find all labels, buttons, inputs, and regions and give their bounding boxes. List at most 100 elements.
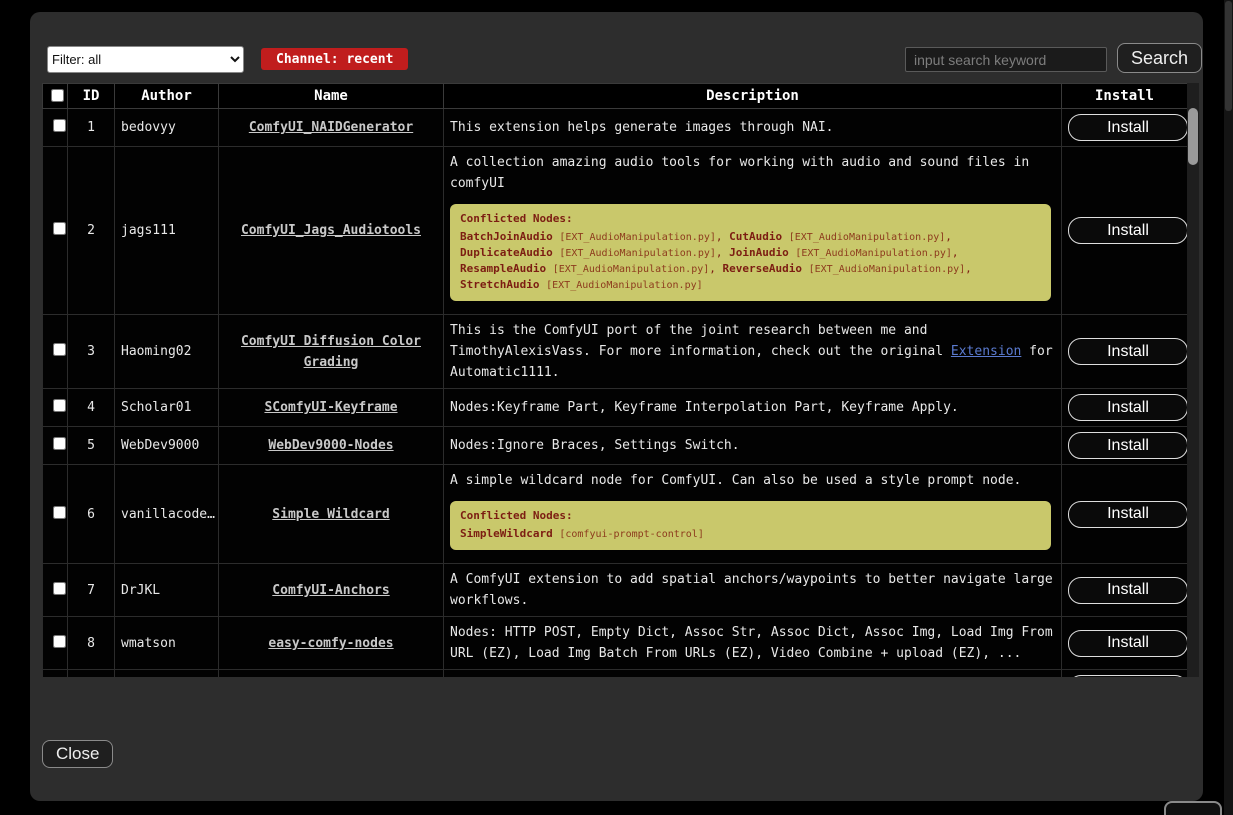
channel-badge: Channel: recent bbox=[261, 48, 408, 70]
node-name-link[interactable]: easy-comfy-nodes bbox=[268, 636, 393, 651]
select-all-header bbox=[43, 84, 68, 109]
row-checkbox[interactable] bbox=[53, 506, 66, 519]
install-button[interactable]: Install bbox=[1068, 432, 1188, 459]
install-button[interactable]: Install bbox=[1068, 394, 1188, 421]
conflict-node-source: [EXT_AudioManipulation.py] bbox=[553, 264, 710, 275]
node-name-link[interactable]: ComfyUI_NAIDGenerator bbox=[249, 120, 413, 135]
conflict-node-source: [EXT_AudioManipulation.py] bbox=[789, 232, 946, 243]
table-row: 4Scholar01 SComfyUI-Keyframe Nodes:Keyfram… bbox=[43, 389, 1188, 427]
node-name-link[interactable]: WebDev9000-Nodes bbox=[268, 438, 393, 453]
select-all-checkbox[interactable] bbox=[51, 89, 64, 102]
description-text: This extension helps generate images thr… bbox=[450, 117, 1055, 138]
description-text: Nodes:Keyframe Part, Keyframe Interpolat… bbox=[450, 397, 1055, 418]
row-id: 7 bbox=[68, 564, 115, 617]
row-name: ComfyUI-Anchors bbox=[219, 564, 444, 617]
filter-select[interactable]: Filter: all bbox=[47, 46, 244, 73]
row-name: WebDev9000-Nodes bbox=[219, 427, 444, 465]
search-button[interactable]: Search bbox=[1117, 43, 1202, 73]
row-name: ComfyUI Diffusion Color Grading bbox=[219, 315, 444, 389]
install-button[interactable]: Install bbox=[1068, 217, 1188, 244]
row-select-cell bbox=[43, 315, 68, 389]
description-text: This is the ComfyUI port of the joint re… bbox=[450, 320, 1055, 383]
conflict-node-source: [EXT_AudioManipulation.py] bbox=[559, 232, 716, 243]
table-row: 7 DrJKL ComfyUI-Anchors A ComfyUI extension… bbox=[43, 564, 1188, 617]
node-name-link[interactable]: SComfyUI-Keyframe bbox=[264, 400, 397, 415]
table-header: ID Author Name Description Install bbox=[43, 84, 1188, 109]
install-button[interactable]: Install bbox=[1068, 630, 1188, 657]
conflict-title: Conflicted Nodes: bbox=[460, 212, 1041, 226]
node-name-link[interactable]: ComfyUI_Jags_Audiotools bbox=[241, 223, 421, 238]
row-author-text: DrJKL bbox=[121, 580, 160, 601]
row-name: easy-comfy-nodes bbox=[219, 617, 444, 670]
header-description: Description bbox=[444, 84, 1062, 109]
install-button[interactable]: Install bbox=[1068, 501, 1188, 528]
table-row: 9SoftMengComfyUI_Mexx_StylerNodes: Comfy… bbox=[43, 670, 1188, 678]
row-id: 2 bbox=[68, 147, 115, 315]
row-id: 9 bbox=[68, 670, 115, 678]
row-install-cell: Install bbox=[1062, 147, 1188, 315]
row-install-cell: Install bbox=[1062, 315, 1188, 389]
row-description: Nodes: HTTP POST, Empty Dict, Assoc Str,… bbox=[444, 617, 1062, 670]
description-text: A ComfyUI extension to add spatial ancho… bbox=[450, 569, 1055, 611]
row-author-text: Haoming02 bbox=[121, 341, 191, 362]
description-text: Nodes: HTTP POST, Empty Dict, Assoc Str,… bbox=[450, 622, 1055, 664]
row-author: jags111 bbox=[115, 147, 219, 315]
row-install-cell: Install bbox=[1062, 109, 1188, 147]
table-row: 6vanillacode314Simple WildcardA simple w… bbox=[43, 465, 1188, 564]
table-row: 3 Haoming02 ComfyUI Diffusion Color Gradin… bbox=[43, 315, 1188, 389]
conflict-node-name: StretchAudio bbox=[460, 278, 539, 291]
row-checkbox[interactable] bbox=[53, 582, 66, 595]
row-checkbox[interactable] bbox=[53, 437, 66, 450]
row-checkbox[interactable] bbox=[53, 119, 66, 132]
node-name-link[interactable]: Simple Wildcard bbox=[272, 507, 389, 522]
row-install-cell: Install bbox=[1062, 427, 1188, 465]
install-button[interactable]: Install bbox=[1068, 338, 1188, 365]
row-checkbox[interactable] bbox=[53, 222, 66, 235]
nodes-table: ID Author Name Description Install 1bedo… bbox=[42, 83, 1188, 677]
row-author-text: bedovyy bbox=[121, 117, 176, 138]
description-link[interactable]: Extension bbox=[951, 344, 1021, 359]
install-button[interactable]: Install bbox=[1068, 577, 1188, 604]
row-author: WebDev9000 bbox=[115, 427, 219, 465]
row-checkbox[interactable] bbox=[53, 343, 66, 356]
table-scrollbar[interactable] bbox=[1187, 83, 1199, 677]
page-scrollbar-thumb[interactable] bbox=[1225, 1, 1232, 111]
row-select-cell bbox=[43, 617, 68, 670]
row-id: 4 bbox=[68, 389, 115, 427]
conflict-node-name: DuplicateAudio bbox=[460, 246, 553, 259]
conflict-node-source: [EXT_AudioManipulation.py] bbox=[795, 248, 952, 259]
install-button[interactable]: Install bbox=[1068, 675, 1188, 677]
row-author: Scholar01 bbox=[115, 389, 219, 427]
custom-nodes-dialog: Filter: all Channel: recent Search ID Au… bbox=[30, 12, 1203, 801]
row-install-cell: Install bbox=[1062, 389, 1188, 427]
row-author-text: WebDev9000 bbox=[121, 435, 199, 456]
row-id: 3 bbox=[68, 315, 115, 389]
row-name: Simple Wildcard bbox=[219, 465, 444, 564]
conflict-node-name: ResampleAudio bbox=[460, 262, 546, 275]
conflict-node-source: [EXT_AudioManipulation.py] bbox=[559, 248, 716, 259]
page-scrollbar[interactable] bbox=[1224, 0, 1233, 815]
description-text: Nodes:Ignore Braces, Settings Switch. bbox=[450, 435, 1055, 456]
description-text: A collection amazing audio tools for wor… bbox=[450, 152, 1055, 194]
row-checkbox[interactable] bbox=[53, 399, 66, 412]
close-button[interactable]: Close bbox=[42, 740, 113, 768]
row-install-cell: Install bbox=[1062, 465, 1188, 564]
node-name-link[interactable]: ComfyUI-Anchors bbox=[272, 583, 389, 598]
conflict-node-source: [EXT_AudioManipulation.py] bbox=[809, 264, 966, 275]
row-checkbox[interactable] bbox=[53, 635, 66, 648]
row-name: ComfyUI_Jags_Audiotools bbox=[219, 147, 444, 315]
install-button[interactable]: Install bbox=[1068, 114, 1188, 141]
row-description: A ComfyUI extension to add spatial ancho… bbox=[444, 564, 1062, 617]
table-row: 5WebDev9000WebDev9000-NodesNodes:Ignore … bbox=[43, 427, 1188, 465]
header-author: Author bbox=[115, 84, 219, 109]
row-description: Nodes:Ignore Braces, Settings Switch. bbox=[444, 427, 1062, 465]
conflict-node-name: BatchJoinAudio bbox=[460, 230, 553, 243]
row-name: ComfyUI_Mexx_Styler bbox=[219, 670, 444, 678]
row-author: bedovyy bbox=[115, 109, 219, 147]
row-id: 6 bbox=[68, 465, 115, 564]
node-name-link[interactable]: ComfyUI Diffusion Color Grading bbox=[241, 334, 421, 370]
row-author: vanillacode314 bbox=[115, 465, 219, 564]
table-row: 8wmatsoneasy-comfy-nodesNodes: HTTP POST… bbox=[43, 617, 1188, 670]
table-scrollbar-thumb[interactable] bbox=[1188, 108, 1198, 165]
search-input[interactable] bbox=[905, 47, 1107, 72]
